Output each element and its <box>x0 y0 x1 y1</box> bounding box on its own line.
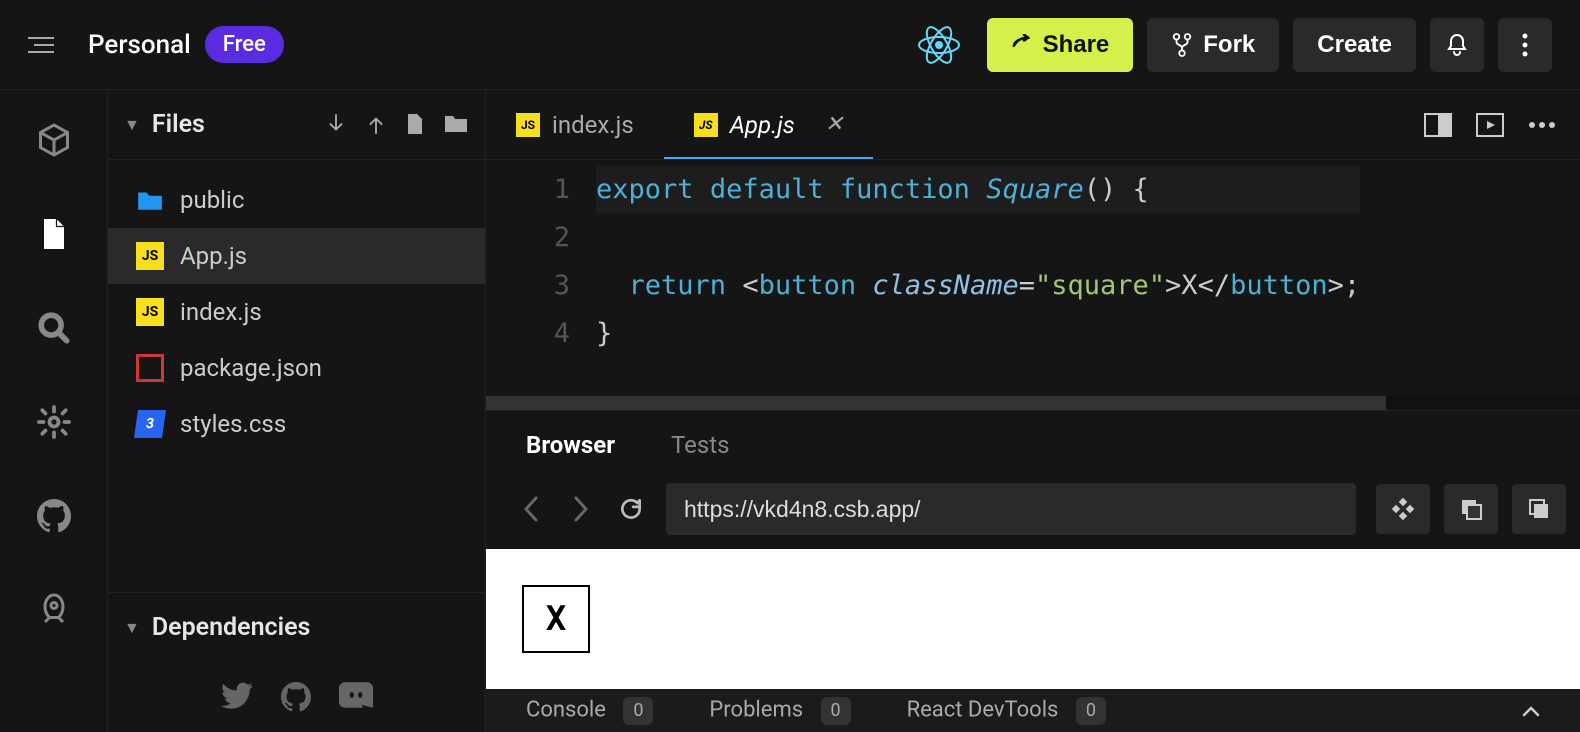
split-editor-icon[interactable] <box>1424 113 1452 137</box>
tab-label: App.js <box>730 111 795 139</box>
back-icon[interactable] <box>516 494 546 524</box>
discord-icon[interactable] <box>339 682 373 712</box>
chevron-down-icon: ▼ <box>124 618 140 638</box>
line-number: 3 <box>486 262 570 310</box>
status-count: 0 <box>821 697 851 725</box>
notifications-button[interactable] <box>1430 18 1484 72</box>
preview-pane: Browser Tests <box>486 410 1580 732</box>
menu-icon[interactable] <box>28 29 60 61</box>
editor-area: JS index.js JS App.js ✕ <box>486 90 1580 732</box>
chevron-down-icon: ▼ <box>124 115 140 135</box>
sandbox-icon[interactable] <box>34 120 74 160</box>
share-label: Share <box>1043 31 1110 59</box>
css-icon: 3 <box>134 410 166 438</box>
file-row-public[interactable]: public <box>108 172 485 228</box>
tab-app-js[interactable]: JS App.js ✕ <box>664 90 874 159</box>
activity-rail <box>0 90 108 732</box>
twitter-icon[interactable] <box>221 682 253 712</box>
deps-title: Dependencies <box>152 613 311 642</box>
code-editor[interactable]: 1 2 3 4 export default function Square()… <box>486 160 1580 396</box>
file-row-package-json[interactable]: package.json <box>108 340 485 396</box>
close-icon[interactable]: ✕ <box>825 112 843 137</box>
share-button[interactable]: Share <box>987 18 1134 72</box>
sidebar: ▼ Files pu <box>108 90 486 732</box>
more-icon[interactable] <box>1528 121 1556 129</box>
open-window-icon[interactable] <box>1512 484 1566 534</box>
file-label: styles.css <box>180 410 286 438</box>
social-row <box>108 662 485 732</box>
new-file-icon[interactable] <box>405 112 425 138</box>
more-menu-button[interactable] <box>1498 18 1552 72</box>
line-number: 2 <box>486 214 570 262</box>
new-folder-icon[interactable] <box>443 112 469 138</box>
tab-label: index.js <box>552 111 634 139</box>
status-devtools[interactable]: React DevTools 0 <box>907 697 1106 725</box>
file-label: package.json <box>180 354 322 382</box>
file-row-app-js[interactable]: JS App.js <box>108 228 485 284</box>
fork-button[interactable]: Fork <box>1147 18 1279 72</box>
square-button[interactable]: X <box>522 585 590 653</box>
line-number: 1 <box>486 166 570 214</box>
plan-badge[interactable]: Free <box>205 26 284 63</box>
files-panel-header[interactable]: ▼ Files <box>108 90 485 160</box>
file-tree: public JS App.js JS index.js package.jso… <box>108 160 485 464</box>
status-problems[interactable]: Problems 0 <box>709 697 850 725</box>
bell-icon <box>1445 32 1469 58</box>
npm-icon <box>136 354 164 382</box>
status-label: React DevTools <box>907 697 1059 722</box>
upload-icon[interactable] <box>365 112 387 138</box>
status-label: Problems <box>709 697 803 722</box>
kebab-icon <box>1522 33 1528 57</box>
topbar: Personal Free Share Fork Create <box>0 0 1580 90</box>
tabbar: JS index.js JS App.js ✕ <box>486 90 1580 160</box>
github-icon[interactable] <box>281 682 311 712</box>
create-button[interactable]: Create <box>1293 18 1416 72</box>
layout-grid-icon[interactable] <box>1376 484 1430 534</box>
horizontal-scrollbar[interactable] <box>486 396 1580 410</box>
line-number: 4 <box>486 310 570 358</box>
url-input[interactable] <box>666 483 1356 535</box>
file-label: public <box>180 186 244 214</box>
copy-icon[interactable] <box>1444 484 1498 534</box>
js-icon: JS <box>694 113 718 137</box>
file-row-index-js[interactable]: JS index.js <box>108 284 485 340</box>
js-icon: JS <box>136 298 164 326</box>
fork-icon <box>1171 32 1193 58</box>
deploy-icon[interactable] <box>34 590 74 630</box>
files-title: Files <box>152 110 325 139</box>
fork-label: Fork <box>1203 31 1255 59</box>
preview-tab-browser[interactable]: Browser <box>526 431 615 459</box>
preview-tab-tests[interactable]: Tests <box>671 431 730 459</box>
forward-icon[interactable] <box>566 494 596 524</box>
status-count: 0 <box>1076 697 1106 725</box>
create-label: Create <box>1317 31 1392 59</box>
tab-index-js[interactable]: JS index.js <box>486 90 664 159</box>
react-icon <box>917 23 961 67</box>
preview-icon[interactable] <box>1476 113 1504 137</box>
file-icon[interactable] <box>34 214 74 254</box>
share-arrow-icon <box>1011 34 1033 56</box>
status-count: 0 <box>623 697 653 725</box>
search-icon[interactable] <box>34 308 74 348</box>
status-label: Console <box>526 697 606 722</box>
bottom-status-bar: Console 0 Problems 0 React DevTools 0 <box>486 689 1580 732</box>
workspace-name[interactable]: Personal <box>88 30 191 60</box>
browser-bar <box>486 475 1580 549</box>
file-label: App.js <box>180 242 247 270</box>
preview-frame: X <box>486 549 1580 689</box>
reload-icon[interactable] <box>616 494 646 524</box>
js-icon: JS <box>136 242 164 270</box>
download-icon[interactable] <box>325 112 347 138</box>
github-icon[interactable] <box>34 496 74 536</box>
deps-panel-header[interactable]: ▼ Dependencies <box>108 592 485 662</box>
file-row-styles-css[interactable]: 3 styles.css <box>108 396 485 452</box>
file-label: index.js <box>180 298 262 326</box>
status-console[interactable]: Console 0 <box>526 697 653 725</box>
gutter: 1 2 3 4 <box>486 166 596 396</box>
code-content: export default function Square() { retur… <box>596 166 1360 396</box>
folder-icon <box>136 186 164 214</box>
js-icon: JS <box>516 113 540 137</box>
settings-icon[interactable] <box>34 402 74 442</box>
chevron-up-icon[interactable] <box>1522 705 1540 717</box>
